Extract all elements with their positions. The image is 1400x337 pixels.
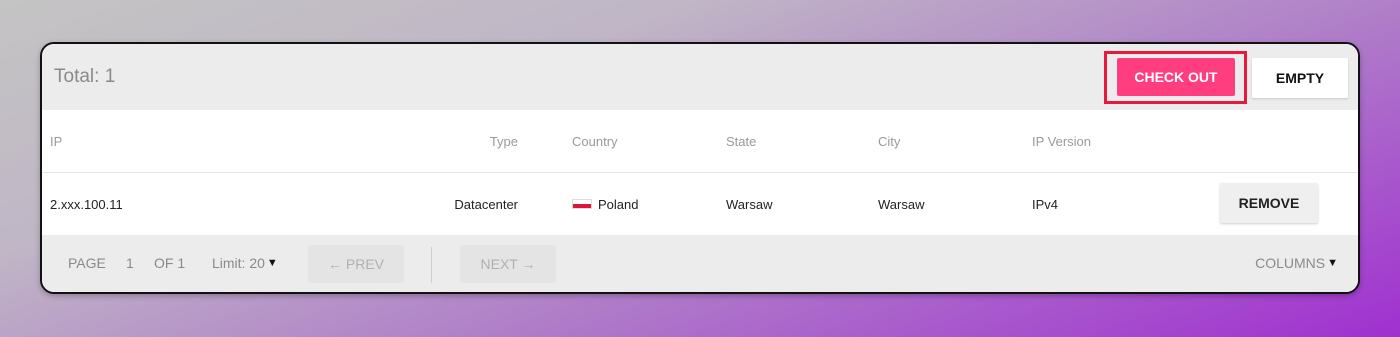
table-row: 2.xxx.100.11 Datacenter Poland Warsaw Wa… (42, 173, 1358, 235)
cart-panel: Total: 1 CHECK OUT EMPTY IP Type Country… (40, 42, 1360, 294)
cart-toolbar: Total: 1 CHECK OUT EMPTY (42, 44, 1358, 110)
prev-page-button[interactable]: ← PREV (308, 245, 404, 283)
checkout-button[interactable]: CHECK OUT (1117, 58, 1235, 96)
page-label: PAGE (68, 255, 106, 271)
country-name: Poland (598, 196, 639, 212)
cell-state: Warsaw (726, 196, 773, 212)
limit-select[interactable]: Limit: 20 ▼ (212, 235, 278, 291)
cell-country: Poland (572, 173, 638, 235)
page-number: 1 (126, 255, 134, 271)
total-count: Total: 1 (54, 66, 116, 87)
column-header-state[interactable]: State (726, 110, 756, 172)
column-header-ip-version[interactable]: IP Version (1032, 110, 1091, 172)
cell-ip: 2.xxx.100.11 (50, 196, 123, 212)
limit-label: Limit: 20 (212, 255, 265, 271)
remove-button[interactable]: REMOVE (1220, 183, 1318, 223)
table-header: IP Type Country State City IP Version (42, 110, 1358, 173)
cell-city: Warsaw (878, 196, 925, 212)
columns-label: COLUMNS (1255, 255, 1326, 271)
column-header-country[interactable]: Country (572, 110, 618, 172)
caret-down-icon: ▼ (1327, 257, 1338, 269)
caret-down-icon: ▼ (266, 257, 278, 269)
cell-ip-version: IPv4 (1032, 196, 1059, 212)
empty-button[interactable]: EMPTY (1252, 58, 1348, 98)
cell-type: Datacenter (454, 196, 518, 212)
pagination-divider (431, 247, 432, 283)
column-header-ip[interactable]: IP (50, 110, 62, 172)
columns-menu-button[interactable]: COLUMNS ▼ (1255, 235, 1338, 291)
pagination-bar: PAGE 1 OF 1 Limit: 20 ▼ ← PREV NEXT → CO… (42, 235, 1358, 292)
page-total: OF 1 (154, 255, 186, 271)
column-header-type[interactable]: Type (432, 110, 518, 172)
poland-flag-icon (572, 199, 592, 209)
column-header-city[interactable]: City (878, 110, 900, 172)
next-page-button[interactable]: NEXT → (460, 245, 556, 283)
